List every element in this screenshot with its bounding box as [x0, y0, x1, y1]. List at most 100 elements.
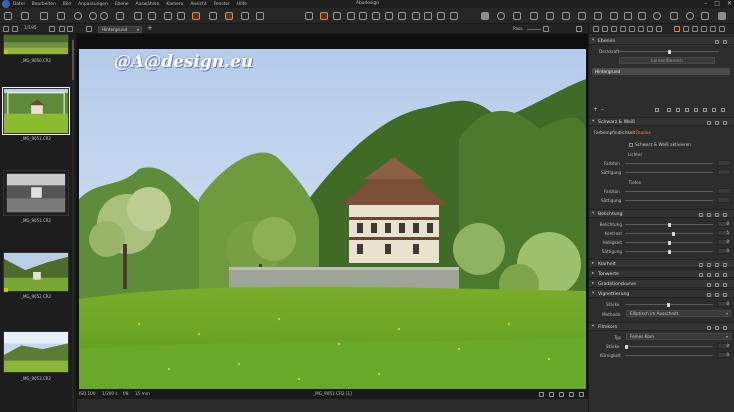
tab-capture-icon[interactable] — [602, 26, 608, 32]
reset-icon[interactable] — [707, 212, 711, 217]
lichter-saettigung-value[interactable] — [717, 169, 731, 175]
filter-icon[interactable] — [67, 26, 73, 32]
menu-datei[interactable]: Datei — [13, 2, 25, 7]
section-tonwerte[interactable]: ▸ Tonwerte — [589, 269, 734, 278]
help-icon[interactable] — [686, 12, 694, 20]
filmstrip-scrollbar[interactable] — [72, 38, 74, 408]
section-ebenen[interactable]: ▾ Ebenen — [589, 36, 734, 45]
help-icon[interactable] — [715, 325, 719, 330]
exposure-row-knob[interactable] — [667, 240, 671, 245]
brush-icon[interactable] — [667, 108, 671, 112]
reset-icon[interactable] — [707, 120, 711, 125]
lichter-farbton-value[interactable] — [717, 160, 731, 166]
redo-icon[interactable] — [148, 12, 156, 20]
guides-icon[interactable] — [546, 12, 554, 20]
brush-tool-icon[interactable] — [624, 12, 632, 20]
settings-small-icon[interactable] — [12, 26, 18, 32]
menu-ebene[interactable]: Ebene — [115, 2, 129, 7]
video-icon[interactable] — [718, 12, 726, 20]
tab-farbempfindlichkeit[interactable]: Farbempfindlichkeit — [594, 130, 635, 135]
help-icon[interactable] — [715, 272, 719, 277]
menu-fenster[interactable]: Fenster — [214, 2, 230, 7]
browser-options-icon[interactable] — [49, 26, 55, 32]
section-klarheit[interactable]: ▸ Klarheit — [589, 259, 734, 268]
exposure-row-knob[interactable] — [667, 249, 671, 254]
more-icon[interactable] — [712, 108, 716, 112]
tiefen-saettigung-slider[interactable] — [625, 200, 713, 201]
eraser-icon[interactable] — [676, 108, 680, 112]
refresh-icon[interactable] — [89, 12, 97, 20]
more-icon[interactable] — [723, 325, 727, 330]
rating-icon[interactable] — [559, 391, 564, 397]
tab-lens-icon[interactable] — [611, 26, 617, 32]
grain-koernigkeit-slider[interactable] — [625, 355, 713, 356]
grid-view-icon[interactable] — [530, 12, 538, 20]
grain-staerke-value[interactable]: 0 — [717, 343, 731, 349]
checkbox-box[interactable] — [629, 142, 633, 147]
rating-icon[interactable] — [579, 391, 584, 397]
print-icon[interactable] — [481, 12, 489, 20]
tab-exposure-icon[interactable] — [638, 26, 644, 32]
exposure-row-value[interactable]: 0 — [717, 221, 731, 227]
tab-composition-icon[interactable] — [620, 26, 626, 32]
keystone-icon[interactable] — [372, 12, 380, 20]
user-icon[interactable] — [670, 12, 678, 20]
more-icon[interactable] — [723, 292, 727, 297]
tab-local-icon[interactable] — [656, 26, 662, 32]
vignette-methode-select[interactable]: Elliptisch im Ausschnitt ▾ — [626, 310, 731, 317]
eye-icon[interactable] — [3, 26, 9, 32]
thumbnail-1[interactable]: _MG_9050.CR2 — [3, 34, 69, 68]
reset-icon[interactable] — [707, 282, 711, 287]
hand-tool-icon[interactable] — [320, 12, 328, 20]
chevron-icon[interactable] — [549, 391, 554, 397]
tab-adjust-icon[interactable] — [683, 26, 689, 32]
thumbnail-3[interactable]: _MG_9051.CR2 — [3, 170, 69, 226]
section-belichtung[interactable]: ▾ Belichtung — [589, 209, 734, 218]
folder-icon[interactable] — [116, 12, 124, 20]
tab-batch-icon[interactable] — [701, 26, 707, 32]
layer-background[interactable]: Hintergrund — [592, 68, 730, 75]
more-icon[interactable] — [723, 262, 727, 267]
add-layer-button[interactable]: + — [593, 106, 598, 113]
exposure-row-knob[interactable] — [671, 231, 675, 236]
section-vignettierung[interactable]: ▾ Vignettierung — [589, 289, 734, 298]
layer-mask-icon[interactable] — [655, 108, 659, 112]
variant-select[interactable]: Hintergrund ▾ — [98, 25, 142, 33]
import-icon[interactable] — [21, 12, 29, 20]
tiefen-saettigung-value[interactable] — [717, 197, 731, 203]
grid-icon[interactable] — [241, 12, 249, 20]
compare-icon[interactable] — [225, 12, 233, 20]
cancel-icon[interactable] — [134, 12, 142, 20]
help-icon[interactable] — [715, 39, 719, 44]
menu-ansicht[interactable]: Ansicht — [190, 2, 206, 7]
zoom-slider[interactable] — [527, 28, 541, 30]
more-icon[interactable] — [723, 120, 727, 125]
picker-icon[interactable] — [450, 12, 458, 20]
menu-kamera[interactable]: Kamera — [166, 2, 183, 7]
auto-icon[interactable] — [699, 212, 703, 217]
lichter-farbton-slider[interactable] — [625, 163, 713, 164]
exposure-row-slider[interactable] — [625, 233, 713, 234]
settings-icon[interactable] — [701, 12, 709, 20]
tab-duplex[interactable]: Duplex — [636, 130, 651, 135]
auto-icon[interactable] — [699, 262, 703, 267]
minimize-button[interactable]: – — [704, 0, 707, 8]
zoom-out-icon[interactable] — [543, 26, 549, 32]
spot-icon[interactable] — [385, 12, 393, 20]
remove-layer-button[interactable]: – — [601, 106, 604, 113]
opacity-slider-knob[interactable] — [668, 49, 671, 54]
menu-bearbeiten[interactable]: Bearbeiten — [32, 2, 56, 7]
learn-area-button[interactable]: Lernen/Bereich — [619, 57, 715, 64]
warning-icon[interactable] — [513, 12, 521, 20]
gradient-icon[interactable] — [685, 108, 689, 112]
info-icon[interactable] — [497, 12, 505, 20]
crop-icon[interactable] — [347, 12, 355, 20]
variant-icon[interactable] — [86, 26, 92, 32]
grain-staerke-slider[interactable] — [625, 346, 713, 347]
exposure-row-value[interactable]: 0 — [717, 248, 731, 254]
tab-settings-icon[interactable] — [719, 26, 725, 32]
help-icon[interactable] — [715, 120, 719, 125]
tiefen-farbton-slider[interactable] — [625, 191, 713, 192]
menu-hilfe[interactable]: Hilfe — [237, 2, 247, 7]
grain-koernigkeit-value[interactable]: 0 — [717, 352, 731, 358]
